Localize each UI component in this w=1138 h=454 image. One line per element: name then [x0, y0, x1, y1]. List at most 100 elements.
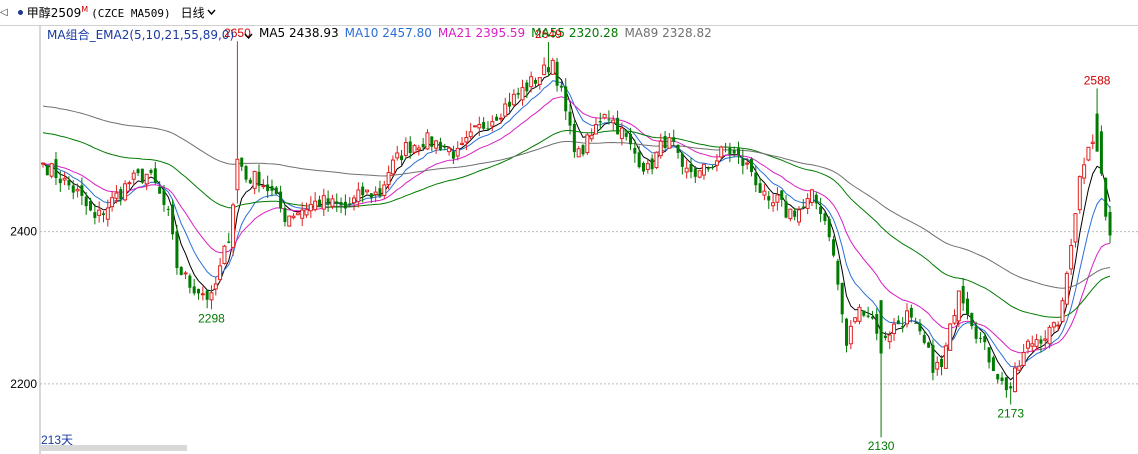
candle	[879, 300, 883, 438]
candle	[235, 41, 240, 204]
candle	[775, 187, 780, 211]
horizontal-scrollbar[interactable]	[41, 445, 187, 451]
candle	[892, 317, 897, 341]
candle	[948, 323, 953, 351]
candle	[188, 273, 192, 294]
candle	[637, 145, 641, 169]
annotation-low: 2173	[997, 406, 1024, 420]
candle	[412, 144, 417, 155]
candle	[987, 347, 991, 369]
candle	[589, 128, 594, 142]
instrument-flag: M	[81, 5, 89, 14]
candle	[213, 276, 218, 296]
annotation-high: 2588	[1084, 73, 1111, 87]
candle	[516, 87, 520, 99]
candle	[386, 165, 391, 190]
candle	[711, 164, 715, 170]
candle	[110, 191, 115, 212]
candle	[961, 277, 965, 311]
candle	[909, 304, 913, 323]
candle	[788, 208, 793, 222]
candle	[468, 123, 473, 140]
candle	[93, 204, 97, 225]
candle	[1060, 297, 1065, 323]
candle	[365, 189, 369, 194]
candle	[1073, 213, 1078, 248]
candle	[862, 310, 866, 318]
y-axis-ticks: 2400 2200	[10, 225, 37, 391]
candle	[1051, 321, 1056, 333]
candle	[667, 132, 672, 149]
instrument-selector[interactable]: 甲醇2509M (CZCE MA509)	[27, 4, 171, 21]
candle	[490, 115, 495, 132]
candle	[767, 191, 771, 209]
candle	[1043, 330, 1048, 349]
candle	[343, 194, 347, 216]
legend-ma5: MA5 2438.93	[258, 26, 339, 40]
candle	[1069, 238, 1074, 275]
period-selector[interactable]: 日线	[181, 4, 216, 21]
toolbar: ◁ 甲醇2509M (CZCE MA509) 日线	[0, 0, 1138, 26]
candle	[737, 141, 741, 164]
candle	[416, 144, 421, 156]
candle	[58, 170, 62, 192]
ma-group-selector[interactable]: MA组合_EMA2(5,10,21,55,89,0)	[47, 26, 253, 42]
candle	[257, 164, 261, 193]
candle	[602, 113, 607, 120]
candle	[1077, 175, 1082, 214]
candle	[931, 339, 935, 381]
y-tick-label: 2200	[10, 377, 37, 391]
candle	[525, 79, 529, 99]
instrument-name: 甲醇2509	[26, 6, 82, 20]
candle	[581, 144, 585, 157]
candle	[728, 142, 732, 163]
candle	[45, 165, 49, 176]
candle	[650, 154, 654, 175]
candle	[741, 149, 745, 175]
legend-ma10: MA10 2457.80	[344, 26, 432, 40]
candle	[451, 145, 455, 164]
candle	[853, 317, 858, 324]
candle	[482, 117, 486, 131]
candle	[724, 142, 728, 153]
candle	[171, 199, 175, 240]
candle	[1108, 206, 1112, 243]
candle	[227, 232, 231, 244]
candle	[105, 199, 110, 227]
candle	[689, 157, 693, 179]
candle	[136, 168, 140, 176]
candle	[952, 309, 957, 325]
candlesticks	[41, 41, 1112, 438]
chevron-down-icon	[244, 33, 253, 40]
candle	[89, 197, 93, 212]
ma89-line	[42, 105, 1111, 289]
candle	[927, 341, 931, 348]
back-icon[interactable]: ◁	[0, 7, 8, 18]
candle	[430, 136, 434, 152]
candle	[845, 317, 849, 353]
candle	[153, 161, 157, 185]
candle	[291, 213, 296, 220]
kline-chart[interactable]: 265022982649213021732588 24002200 213天	[0, 26, 1138, 454]
candle	[1004, 376, 1008, 398]
candle	[222, 244, 227, 265]
candle	[447, 146, 452, 156]
chevron-down-icon	[207, 7, 216, 18]
candle	[616, 110, 620, 135]
candle	[200, 286, 205, 301]
annotation-low: 2130	[868, 439, 895, 453]
candle	[279, 185, 283, 213]
candle	[1099, 125, 1103, 176]
candle	[240, 157, 244, 172]
candle	[1021, 343, 1026, 367]
candle	[996, 373, 1000, 384]
candle	[460, 137, 465, 146]
candle	[179, 266, 183, 276]
candle	[54, 152, 58, 186]
candle	[520, 79, 525, 106]
ma-group-label: MA组合_EMA2(5,10,21,55,89,0)	[47, 28, 235, 42]
candle	[857, 304, 862, 325]
candle	[823, 211, 827, 225]
candle	[373, 186, 378, 203]
y-tick-label: 2400	[10, 225, 37, 239]
